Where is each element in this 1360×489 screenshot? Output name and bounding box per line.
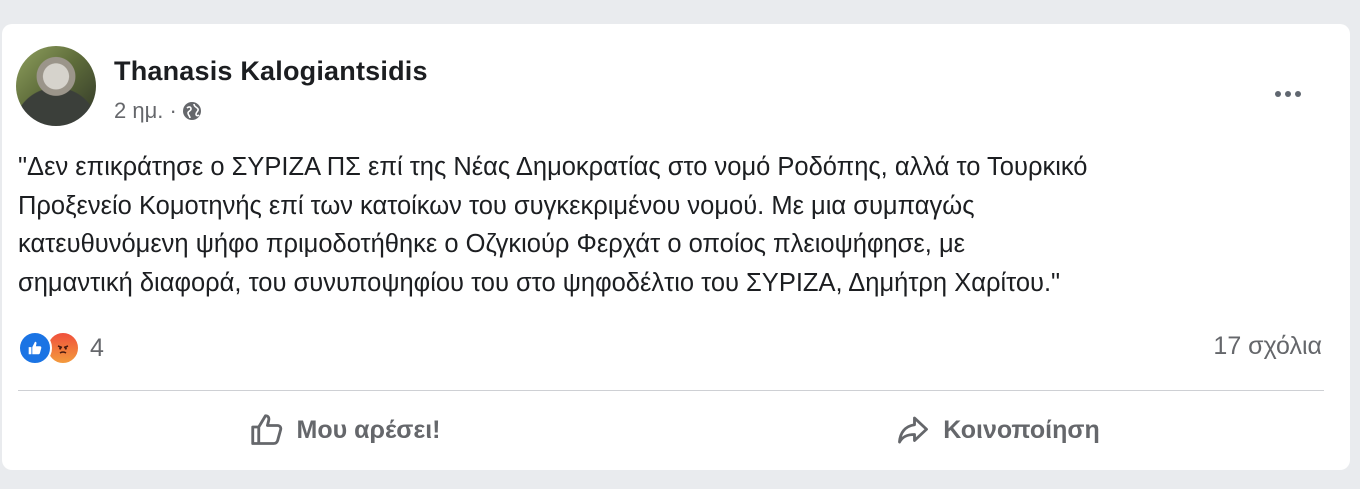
divider	[18, 390, 1324, 391]
post-header: Thanasis Kalogiantsidis 2 ημ. ·	[16, 46, 1336, 132]
like-reaction-icon	[18, 331, 52, 365]
like-button[interactable]: Μου αρέσει!	[18, 402, 671, 458]
comments-count[interactable]: 17 σχόλια	[1213, 332, 1322, 361]
reaction-count: 4	[90, 333, 104, 362]
author-name[interactable]: Thanasis Kalogiantsidis	[114, 56, 428, 87]
post-card: Thanasis Kalogiantsidis 2 ημ. · "Δεν επι…	[2, 24, 1350, 470]
share-arrow-icon	[898, 416, 929, 444]
share-button[interactable]: Κοινοποίηση	[671, 402, 1324, 458]
post-actions: Μου αρέσει! Κοινοποίηση	[18, 402, 1324, 458]
post-text: "Δεν επικράτησε ο ΣΥΡΙΖΑ ΠΣ επί της Νέας…	[18, 153, 1088, 297]
post-time[interactable]: 2 ημ. ·	[114, 98, 177, 124]
reactions-summary[interactable]: 4	[18, 328, 104, 368]
thumbs-up-icon	[250, 414, 282, 445]
post-meta: 2 ημ. ·	[114, 98, 203, 124]
share-label: Κοινοποίηση	[943, 415, 1100, 444]
globe-icon	[181, 100, 203, 122]
like-label: Μου αρέσει!	[296, 415, 441, 444]
avatar[interactable]	[16, 46, 96, 126]
more-options-icon[interactable]	[1270, 84, 1306, 104]
